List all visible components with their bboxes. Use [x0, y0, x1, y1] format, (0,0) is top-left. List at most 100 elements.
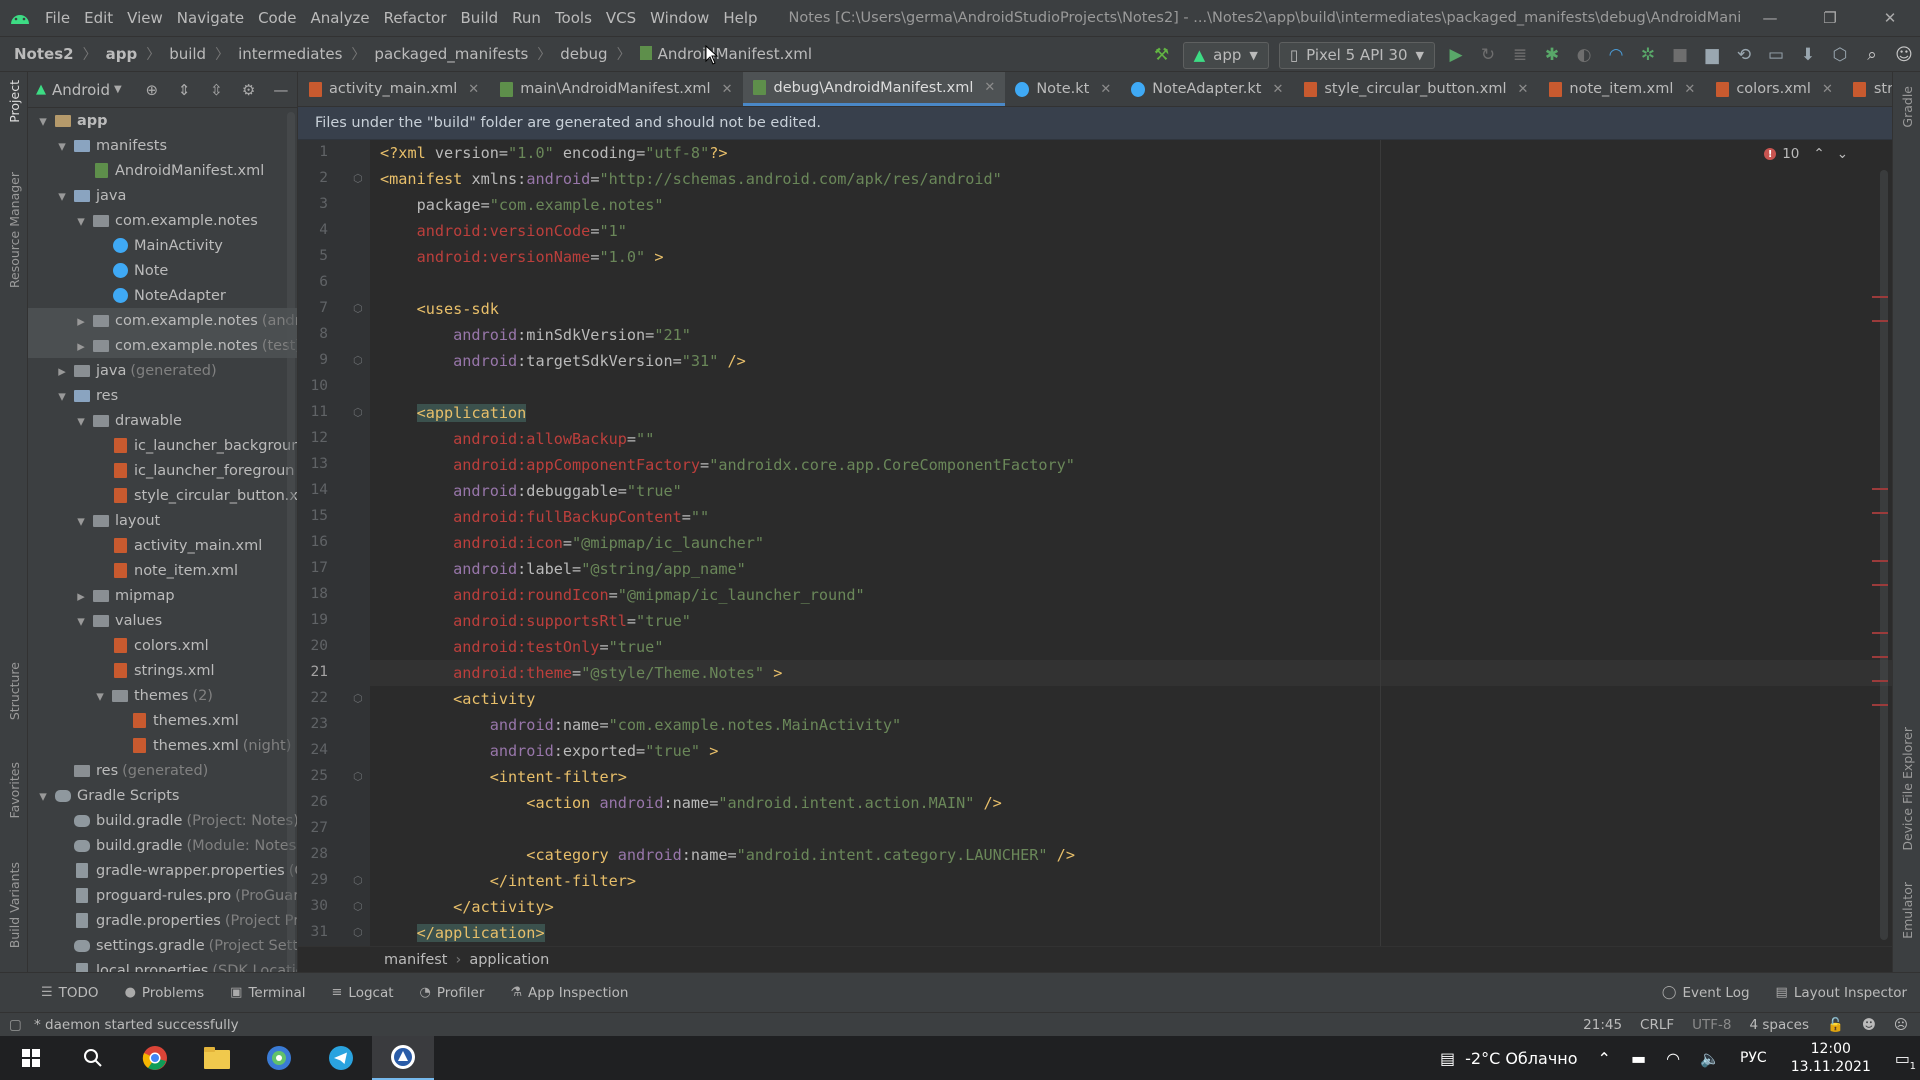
- tree-item[interactable]: ▾ layout: [28, 508, 297, 533]
- sync-project-icon[interactable]: ⟲: [1728, 37, 1760, 73]
- volume-mute-icon[interactable]: 🔈: [1690, 1049, 1730, 1068]
- error-stripe-mark[interactable]: [1872, 656, 1888, 658]
- tree-item[interactable]: ▾ Gradle Scripts: [28, 783, 297, 808]
- fold-marker-icon[interactable]: ⬡: [353, 302, 363, 315]
- hide-panel-icon[interactable]: —: [265, 81, 297, 99]
- tree-item[interactable]: ▸local.properties(SDK Location: [28, 958, 297, 972]
- crumb-item[interactable]: packaged_manifests: [374, 45, 528, 63]
- error-stripe-mark[interactable]: [1872, 704, 1888, 706]
- menu-view[interactable]: View: [120, 9, 170, 27]
- chevron-down-icon[interactable]: ▾: [51, 187, 73, 205]
- error-stripe-mark[interactable]: [1872, 320, 1888, 322]
- android-studio-taskbar-icon[interactable]: [248, 1036, 310, 1080]
- status-message[interactable]: * daemon started successfully: [34, 1017, 239, 1033]
- weather-text[interactable]: -2°C Облачно: [1465, 1049, 1587, 1068]
- crumb-item[interactable]: debug: [560, 45, 607, 63]
- tree-item[interactable]: ▾ manifests: [28, 133, 297, 158]
- input-language[interactable]: РУС: [1730, 1050, 1777, 1066]
- lock-icon[interactable]: 🔓: [1827, 1017, 1844, 1033]
- tree-item[interactable]: ▸ java (generated): [28, 358, 297, 383]
- chevron-right-icon[interactable]: ▸: [70, 587, 92, 605]
- device-manager-icon[interactable]: ⬡: [1824, 37, 1856, 73]
- chevron-right-icon[interactable]: ▸: [70, 337, 92, 355]
- menu-file[interactable]: File: [38, 9, 77, 27]
- crumb-item[interactable]: intermediates: [238, 45, 342, 63]
- search-icon[interactable]: [62, 1036, 124, 1080]
- fold-marker-icon[interactable]: ⬡: [353, 926, 363, 939]
- tool-event-log[interactable]: ◯ Event Log: [1649, 985, 1763, 1001]
- tool-problems[interactable]: ● Problems: [112, 985, 218, 1001]
- minimize-button[interactable]: —: [1740, 0, 1800, 36]
- error-stripe-mark[interactable]: [1872, 680, 1888, 682]
- error-stripe-mark[interactable]: [1872, 512, 1888, 514]
- editor-tab[interactable]: note_item.xml ✕: [1538, 72, 1705, 106]
- close-tab-icon[interactable]: ✕: [1272, 82, 1283, 97]
- editor-tab[interactable]: Note.kt ✕: [1005, 72, 1121, 106]
- resource-manager-tool-tab[interactable]: Resource Manager: [0, 172, 28, 288]
- tree-item[interactable]: ▸NoteAdapter: [28, 283, 297, 308]
- build-hammer-icon[interactable]: ⚒: [1146, 37, 1178, 73]
- run-icon[interactable]: ▶: [1440, 37, 1472, 73]
- tool-logcat[interactable]: ≡ Logcat: [319, 985, 407, 1001]
- tool-todo[interactable]: ☰ TODO: [28, 985, 112, 1001]
- tree-item[interactable]: ▸build.gradle(Module: Notes.a: [28, 833, 297, 858]
- project-scrollbar[interactable]: [287, 112, 295, 972]
- close-window-button[interactable]: ✕: [1860, 0, 1920, 36]
- crumb-item[interactable]: build: [169, 45, 206, 63]
- clock[interactable]: 12:00 13.11.2021: [1777, 1040, 1885, 1076]
- tree-item[interactable]: ▸activity_main.xml: [28, 533, 297, 558]
- tree-item[interactable]: ▾ res: [28, 383, 297, 408]
- fold-marker-icon[interactable]: ⬡: [353, 874, 363, 887]
- avd-manager-icon[interactable]: ▭: [1760, 37, 1792, 73]
- error-stripe-mark[interactable]: [1872, 632, 1888, 634]
- crumb-manifest[interactable]: manifest: [384, 952, 448, 968]
- attach-debugger-icon[interactable]: ✲: [1632, 37, 1664, 73]
- chevron-down-icon[interactable]: ▾: [51, 137, 73, 155]
- menu-vcs[interactable]: VCS: [599, 9, 643, 27]
- menu-edit[interactable]: Edit: [77, 9, 120, 27]
- editor-tab[interactable]: style_circular_button.xml ✕: [1293, 72, 1538, 106]
- menu-refactor[interactable]: Refactor: [377, 9, 454, 27]
- tree-item[interactable]: ▸ mipmap: [28, 583, 297, 608]
- tree-item[interactable]: ▸MainActivity: [28, 233, 297, 258]
- fold-marker-icon[interactable]: ⬡: [353, 406, 363, 419]
- sdk-manager-icon[interactable]: ⬇: [1792, 37, 1824, 73]
- previous-highlight-icon[interactable]: ⌃: [1813, 146, 1824, 162]
- feedback-face-icon[interactable]: ☹: [1894, 1017, 1908, 1033]
- battery-icon[interactable]: ▬: [1621, 1049, 1656, 1068]
- line-separator[interactable]: CRLF: [1640, 1017, 1674, 1033]
- close-tab-icon[interactable]: ✕: [1822, 82, 1833, 97]
- menu-window[interactable]: Window: [643, 9, 716, 27]
- menu-analyze[interactable]: Analyze: [303, 9, 376, 27]
- fold-marker-icon[interactable]: ⬡: [353, 172, 363, 185]
- menu-tools[interactable]: Tools: [548, 9, 599, 27]
- code-editor[interactable]: 1 2 3 4 5 6 7 8 9 10 11 12 13 14 15 16 17 18 19 20 21 22 23 24 2…: [298, 140, 1892, 946]
- error-stripe-mark[interactable]: [1872, 560, 1888, 562]
- chevron-down-icon[interactable]: ▾: [32, 787, 54, 805]
- device-dropdown[interactable]: ▯ Pixel 5 API 30 ▼: [1278, 41, 1435, 69]
- expand-all-icon[interactable]: ⇕: [168, 81, 200, 99]
- chevron-right-icon[interactable]: ▸: [70, 312, 92, 330]
- tree-item[interactable]: ▸gradle-wrapper.properties(G: [28, 858, 297, 883]
- error-stripe-mark[interactable]: [1872, 296, 1888, 298]
- chevron-down-icon[interactable]: ▾: [70, 412, 92, 430]
- editor-tab[interactable]: colors.xml ✕: [1705, 72, 1843, 106]
- crumb-item[interactable]: AndroidManifest.xml: [658, 45, 812, 63]
- error-stripe-mark[interactable]: [1872, 584, 1888, 586]
- close-tab-icon[interactable]: ✕: [722, 82, 733, 97]
- tree-item[interactable]: ▸style_circular_button.xm: [28, 483, 297, 508]
- project-tool-tab[interactable]: Project: [0, 80, 28, 123]
- inspector-face-icon[interactable]: ☻: [1862, 1017, 1876, 1033]
- account-icon[interactable]: ☺: [1888, 37, 1920, 73]
- next-highlight-icon[interactable]: ⌄: [1837, 146, 1848, 162]
- menu-navigate[interactable]: Navigate: [170, 9, 251, 27]
- crumb-application[interactable]: application: [469, 952, 549, 968]
- wifi-icon[interactable]: ◠: [1656, 1049, 1690, 1068]
- chevron-down-icon[interactable]: ▾: [70, 212, 92, 230]
- tree-item[interactable]: ▸settings.gradle(Project Settin: [28, 933, 297, 958]
- chevron-down-icon[interactable]: ▾: [51, 387, 73, 405]
- search-icon[interactable]: ⌕: [1856, 37, 1888, 73]
- apply-changes-icon[interactable]: ↻: [1472, 37, 1504, 73]
- tree-item[interactable]: ▸Note: [28, 258, 297, 283]
- chevron-down-icon[interactable]: ▾: [89, 687, 111, 705]
